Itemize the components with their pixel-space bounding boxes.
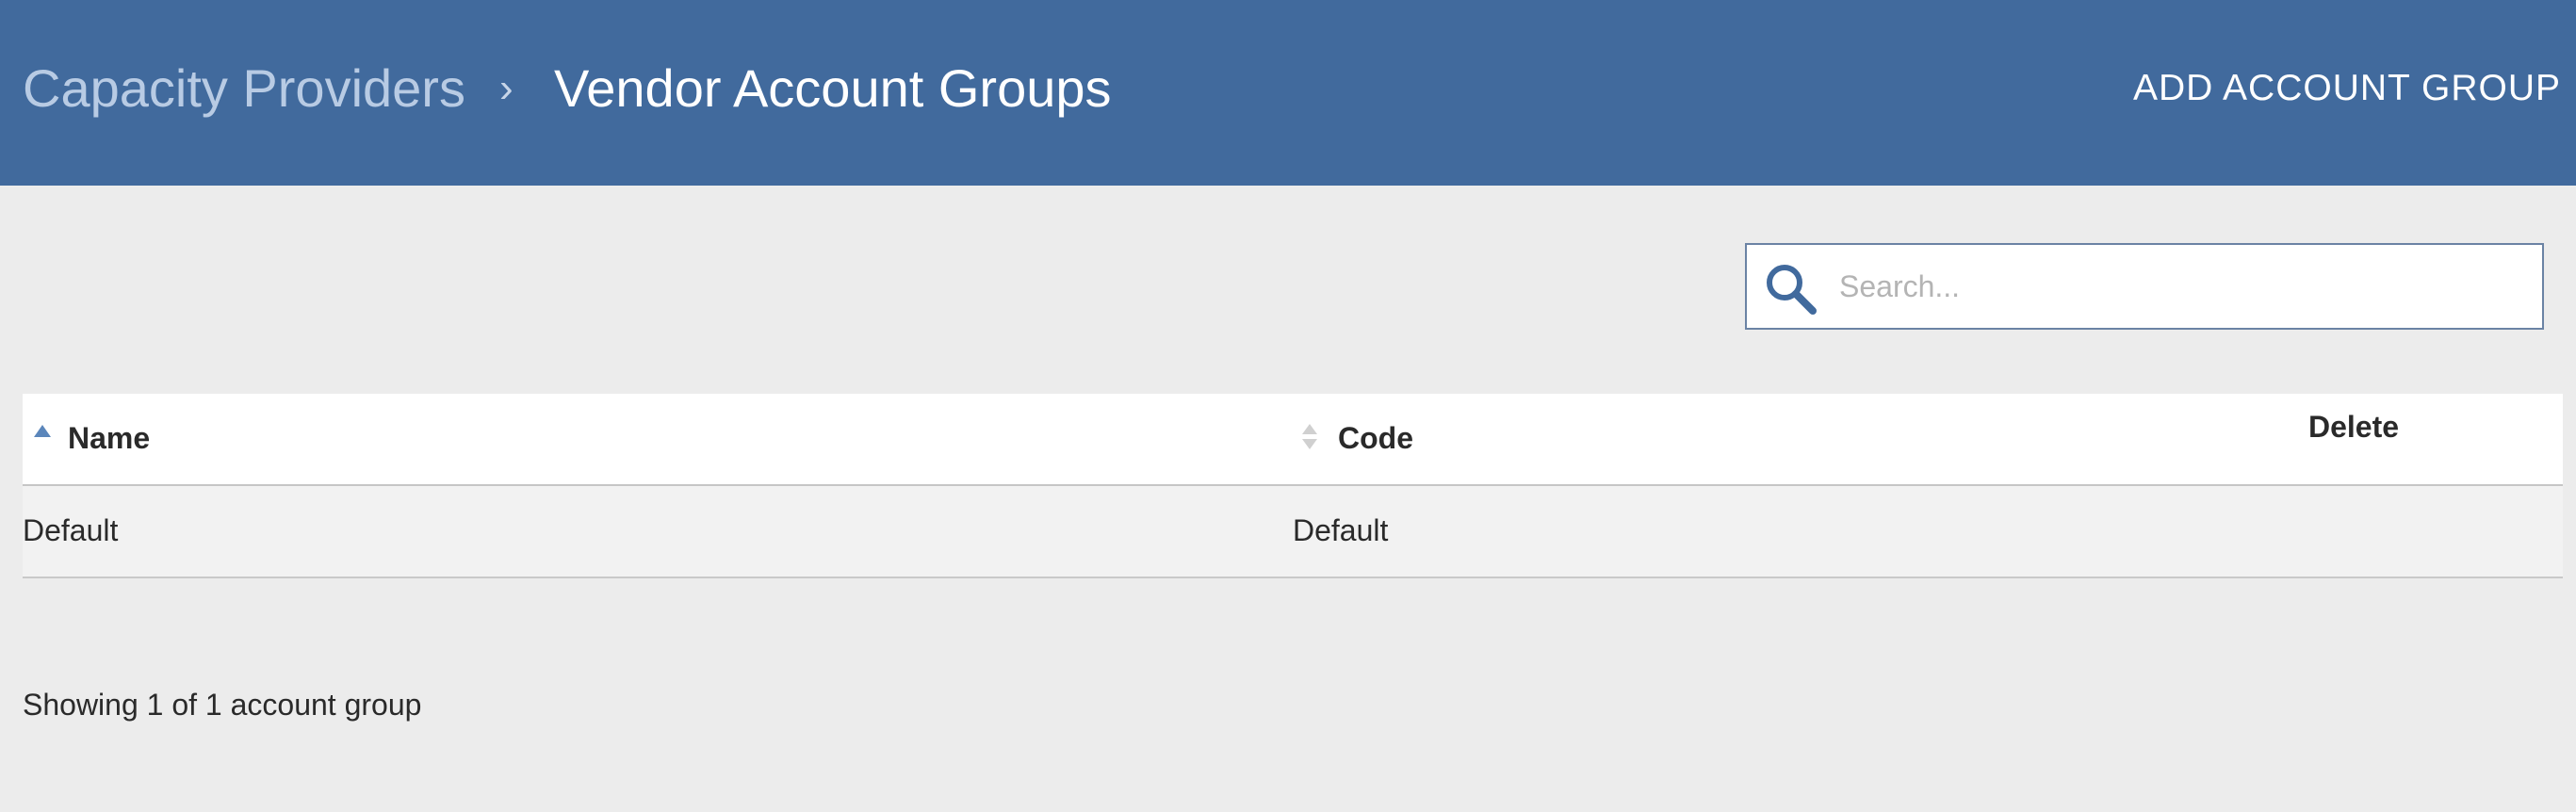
results-summary: Showing 1 of 1 account group xyxy=(23,688,422,722)
cell-name: Default xyxy=(23,513,119,547)
cell-code: Default xyxy=(1293,513,1389,547)
column-header-delete: Delete xyxy=(2308,410,2400,444)
search-box[interactable] xyxy=(1745,243,2544,330)
sort-ascending-icon[interactable] xyxy=(34,425,51,437)
add-account-group-button[interactable]: ADD ACCOUNT GROUP xyxy=(2133,64,2561,113)
column-header-name[interactable]: Name xyxy=(68,419,150,457)
header-bar: Capacity Providers › Vendor Account Grou… xyxy=(0,0,2576,186)
search-input[interactable] xyxy=(1837,254,2527,318)
search-icon xyxy=(1764,262,1820,315)
column-header-code[interactable]: Code xyxy=(1338,419,1413,457)
table-header: Name Code Delete xyxy=(23,394,2563,486)
table-row[interactable]: Default Default xyxy=(23,486,2563,578)
breadcrumb-separator: › xyxy=(499,65,514,111)
breadcrumb-capacity-providers[interactable]: Capacity Providers xyxy=(23,55,465,122)
page-title: Vendor Account Groups xyxy=(554,58,1112,118)
sort-icon[interactable] xyxy=(1302,424,1319,452)
account-groups-table: Name Code Delete Default Default xyxy=(23,394,2563,578)
